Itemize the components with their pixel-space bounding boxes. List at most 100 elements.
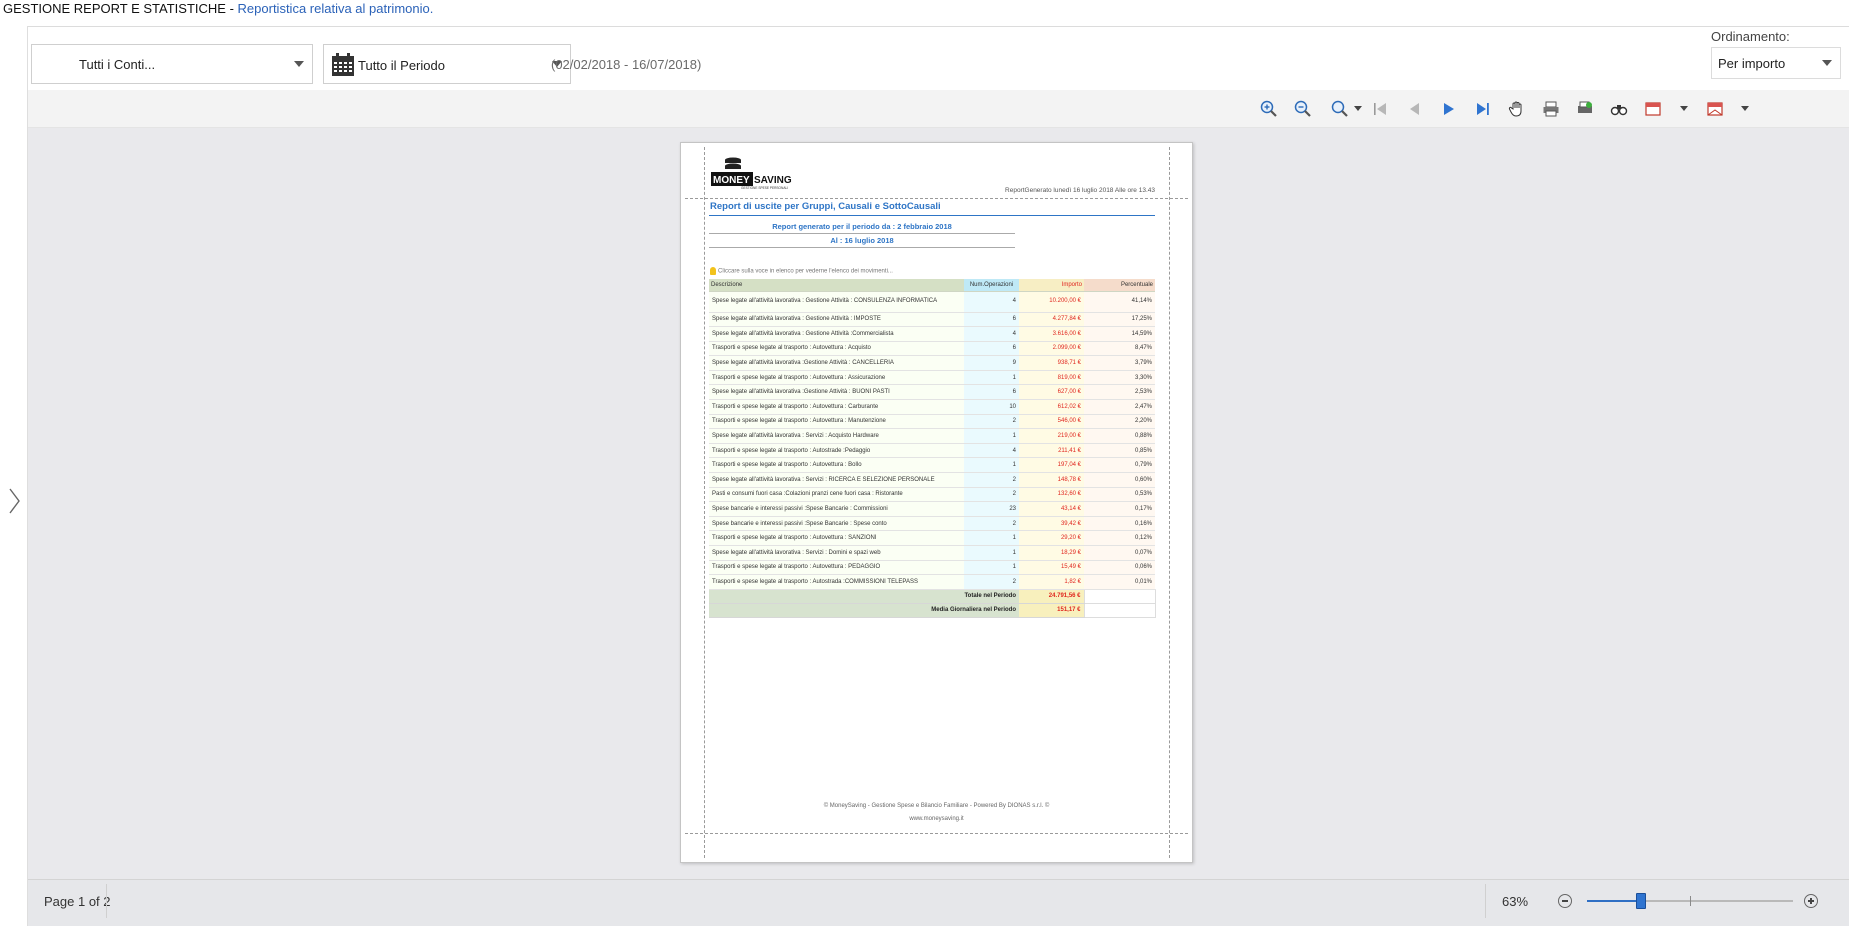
table-row[interactable]: Spese bancarie e interessi passivi :Spes… bbox=[709, 501, 1155, 517]
cell-percentuale: 0,16% bbox=[1084, 516, 1155, 532]
report-period-from: Report generato per il periodo da : 2 fe… bbox=[709, 222, 1015, 234]
table-row[interactable]: Spese legate all'attività lavorativa : S… bbox=[709, 545, 1155, 561]
cell-num-operazioni: 1 bbox=[964, 545, 1019, 561]
table-row[interactable]: Spese legate all'attività lavorativa : S… bbox=[709, 428, 1155, 444]
cell-importo: 18,29 € bbox=[1019, 545, 1084, 561]
chevron-down-icon[interactable] bbox=[1354, 106, 1362, 111]
click-hint-text: Cliccare sulla voce in elenco per vedern… bbox=[718, 268, 893, 275]
table-row[interactable]: Spese legate all'attività lavorativa : G… bbox=[709, 291, 1155, 313]
cell-percentuale: 3,79% bbox=[1084, 355, 1155, 371]
table-row[interactable]: Trasporti e spese legate al trasporto : … bbox=[709, 443, 1155, 459]
table-row[interactable]: Trasporti e spese legate al trasporto : … bbox=[709, 341, 1155, 357]
zoom-slider-thumb[interactable] bbox=[1635, 893, 1646, 909]
total-row: Totale nel Periodo 24.791,56 € bbox=[709, 588, 1156, 604]
table-row[interactable]: Trasporti e spese legate al trasporto : … bbox=[709, 370, 1155, 386]
margin-guide bbox=[704, 147, 705, 858]
logo-text-saving: SAVING bbox=[754, 175, 792, 186]
column-header-num-operazioni: Num.Operazioni bbox=[964, 279, 1019, 292]
cell-percentuale: 14,59% bbox=[1084, 326, 1155, 342]
filter-bar: Tutti i Conti... Tutto il Periodo (02/02… bbox=[28, 26, 1849, 90]
chevron-down-icon[interactable] bbox=[1680, 106, 1688, 111]
cell-importo: 612,02 € bbox=[1019, 399, 1084, 415]
date-range-text: (02/02/2018 - 16/07/2018) bbox=[551, 57, 702, 72]
cell-num-operazioni: 1 bbox=[964, 370, 1019, 386]
cell-descrizione: Trasporti e spese legate al trasporto : … bbox=[709, 530, 964, 546]
accounts-dropdown[interactable]: Tutti i Conti... bbox=[31, 44, 313, 84]
cell-num-operazioni: 2 bbox=[964, 516, 1019, 532]
status-divider bbox=[106, 884, 107, 918]
average-label: Media Giornaliera nel Periodo bbox=[709, 603, 1019, 618]
cell-importo: 2.099,00 € bbox=[1019, 341, 1084, 357]
table-row[interactable]: Trasporti e spese legate al trasporto : … bbox=[709, 457, 1155, 474]
cell-importo: 819,00 € bbox=[1019, 370, 1084, 386]
preview-toolbar bbox=[28, 90, 1849, 128]
chevron-right-icon[interactable] bbox=[6, 486, 22, 516]
table-row[interactable]: Trasporti e spese legate al trasporto : … bbox=[709, 574, 1155, 590]
report-generated-label: ReportGenerato lunedì 16 luglio 2018 All… bbox=[1005, 187, 1155, 194]
accounts-dropdown-value: Tutti i Conti... bbox=[79, 57, 156, 72]
send-icon[interactable] bbox=[1703, 97, 1727, 121]
margin-guide bbox=[685, 198, 1188, 199]
table-row[interactable]: Spese legate all'attività lavorativa :Ge… bbox=[709, 355, 1155, 371]
table-row[interactable]: Pasti e consumi fuori casa :Colazioni pr… bbox=[709, 487, 1155, 503]
margin-guide bbox=[1169, 147, 1170, 858]
column-header-percentuale: Percentuale bbox=[1084, 279, 1155, 292]
table-row[interactable]: Trasporti e spese legate al trasporto : … bbox=[709, 560, 1155, 576]
zoom-in-button[interactable] bbox=[1804, 894, 1818, 908]
zoom-slider[interactable] bbox=[1587, 893, 1793, 909]
chevron-down-icon[interactable] bbox=[1741, 106, 1749, 111]
table-row[interactable]: Spese legate all'attività lavorativa : S… bbox=[709, 472, 1155, 488]
calendar-icon bbox=[332, 53, 354, 76]
zoom-slider-tick bbox=[1690, 896, 1691, 906]
print-icon[interactable] bbox=[1539, 97, 1563, 121]
find-icon[interactable] bbox=[1607, 97, 1631, 121]
next-page-icon[interactable] bbox=[1437, 97, 1461, 121]
cell-importo: 546,00 € bbox=[1019, 414, 1084, 430]
cell-percentuale: 0,17% bbox=[1084, 501, 1155, 517]
cell-importo: 15,49 € bbox=[1019, 560, 1084, 576]
report-title: Report di uscite per Gruppi, Causali e S… bbox=[710, 201, 941, 212]
zoom-out-button[interactable] bbox=[1558, 894, 1572, 908]
cell-importo: 1,82 € bbox=[1019, 574, 1084, 590]
cell-importo: 219,00 € bbox=[1019, 428, 1084, 444]
cell-descrizione: Spese legate all'attività lavorativa : S… bbox=[709, 428, 964, 444]
hand-tool-icon[interactable] bbox=[1505, 97, 1529, 121]
total-blank-cell bbox=[1083, 588, 1156, 604]
last-page-icon[interactable] bbox=[1471, 97, 1495, 121]
report-preview-area[interactable]: MONEY SAVING GESTIONE SPESE PERSONALI Re… bbox=[28, 128, 1849, 879]
chevron-down-icon bbox=[294, 61, 304, 67]
report-footer-copyright: © MoneySaving - Gestione Spese e Bilanci… bbox=[823, 803, 1050, 809]
table-row[interactable]: Trasporti e spese legate al trasporto : … bbox=[709, 399, 1155, 415]
report-page: MONEY SAVING GESTIONE SPESE PERSONALI Re… bbox=[680, 142, 1193, 863]
cell-importo: 132,60 € bbox=[1019, 487, 1084, 503]
table-row[interactable]: Spese legate all'attività lavorativa : G… bbox=[709, 326, 1155, 342]
table-row[interactable]: Trasporti e spese legate al trasporto : … bbox=[709, 414, 1155, 430]
previous-page-icon[interactable] bbox=[1402, 97, 1426, 121]
table-row[interactable]: Spese legate all'attività lavorativa : G… bbox=[709, 312, 1155, 328]
zoom-in-icon[interactable] bbox=[1257, 97, 1281, 121]
cell-descrizione: Spese legate all'attività lavorativa :Ge… bbox=[709, 384, 964, 401]
export-icon[interactable] bbox=[1641, 97, 1665, 121]
moneysaving-logo: MONEY SAVING GESTIONE SPESE PERSONALI bbox=[711, 157, 792, 190]
period-dropdown[interactable]: Tutto il Periodo bbox=[323, 44, 571, 84]
cell-importo: 197,04 € bbox=[1019, 457, 1084, 474]
page-setup-icon[interactable] bbox=[1573, 97, 1597, 121]
chevron-down-icon bbox=[1822, 60, 1832, 66]
zoom-menu-icon[interactable] bbox=[1328, 97, 1352, 121]
cell-importo: 627,00 € bbox=[1019, 384, 1084, 401]
table-row[interactable]: Trasporti e spese legate al trasporto : … bbox=[709, 530, 1155, 546]
cell-num-operazioni: 23 bbox=[964, 501, 1019, 517]
table-row[interactable]: Spese bancarie e interessi passivi :Spes… bbox=[709, 516, 1155, 532]
cell-percentuale: 0,53% bbox=[1084, 487, 1155, 503]
column-header-descrizione: Descrizione bbox=[709, 279, 964, 292]
cell-descrizione: Pasti e consumi fuori casa :Colazioni pr… bbox=[709, 487, 964, 503]
average-blank-cell bbox=[1083, 602, 1156, 618]
total-value: 24.791,56 € bbox=[1019, 589, 1084, 604]
page-indicator: Page 1 of 2 bbox=[44, 894, 111, 909]
zoom-out-icon[interactable] bbox=[1291, 97, 1315, 121]
first-page-icon[interactable] bbox=[1368, 97, 1392, 121]
table-row[interactable]: Spese legate all'attività lavorativa :Ge… bbox=[709, 384, 1155, 401]
cell-descrizione: Trasporti e spese legate al trasporto : … bbox=[709, 457, 964, 474]
cell-percentuale: 0,01% bbox=[1084, 574, 1155, 590]
sort-dropdown[interactable]: Per importo bbox=[1711, 47, 1841, 79]
